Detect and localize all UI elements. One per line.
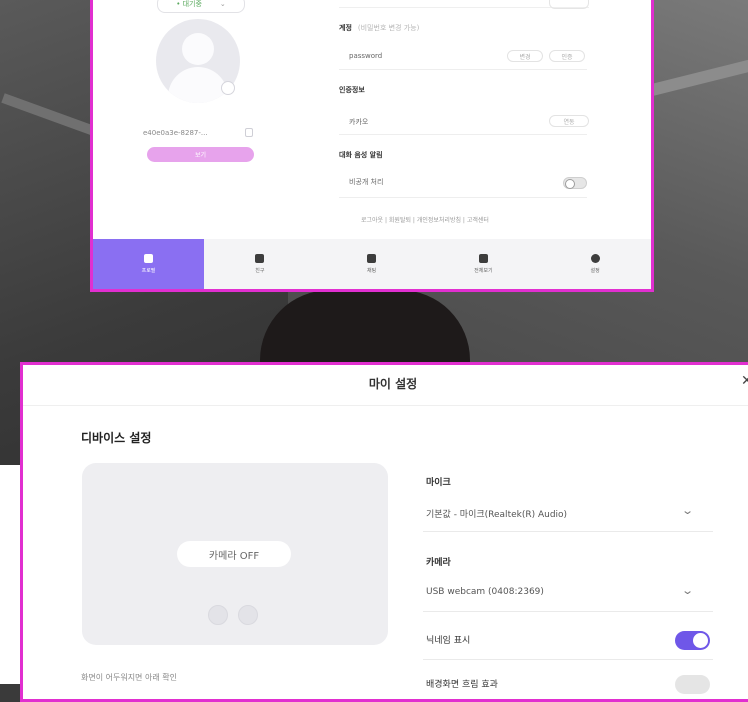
chevron-down-icon: ⌄ [219, 0, 226, 8]
consent-link-button[interactable]: 연동 [549, 115, 589, 127]
nav-label: 친구 [255, 268, 265, 274]
chat-icon [367, 254, 377, 263]
account-change-label: 변경 [519, 53, 531, 61]
camera-off-label: 카메라 OFF [208, 550, 260, 562]
mic-label: 마이크 [426, 478, 451, 488]
notify-value: 비공개 처리 [349, 178, 384, 186]
nav-item-profile[interactable]: 프로필 [93, 239, 204, 289]
nav-item-list[interactable]: 전체보기 [428, 239, 540, 289]
nav-label: 채팅 [367, 268, 377, 274]
divider [339, 134, 587, 135]
chevron-down-icon: ⌄ [681, 584, 695, 597]
friends-icon [255, 254, 265, 263]
avatar-head [182, 33, 214, 65]
blur-toggle[interactable] [675, 675, 710, 694]
user-id: e40e0a3e-8287-... [143, 129, 208, 137]
divider [423, 531, 713, 532]
preview-note: 화면이 어두워지면 아래 확인 [81, 673, 177, 682]
camera-off-badge: 카메라 OFF [177, 541, 291, 567]
nav-label: 전체보기 [474, 268, 493, 274]
mic-toggle-icon[interactable] [238, 605, 258, 625]
consent-value: 카카오 [349, 118, 369, 126]
modal-divider [23, 405, 748, 406]
camera-label: 카메라 [426, 558, 451, 568]
account-value: password [349, 52, 383, 60]
account-change-button[interactable]: 변경 [507, 50, 543, 62]
account-verify-label: 인증 [561, 53, 573, 61]
nav-item-friends[interactable]: 친구 [204, 239, 316, 289]
consent-link-label: 연동 [563, 118, 575, 126]
bottom-navbar: 프로필 친구 채팅 전체보기 설정 [93, 239, 651, 289]
notify-label: 대화 음성 알림 [339, 151, 383, 159]
nav-item-settings[interactable]: 설정 [539, 239, 651, 289]
status-label: • 대기중 [176, 0, 202, 8]
close-icon[interactable]: ✕ [741, 373, 748, 389]
camera-toggle-icon[interactable] [208, 605, 228, 625]
copy-icon[interactable] [245, 128, 253, 137]
settings-modal: 마이 설정 ✕ 디바이스 설정 카메라 OFF 화면이 어두워지면 아래 확인 … [20, 362, 748, 702]
account-verify-button[interactable]: 인증 [549, 50, 585, 62]
profile-icon [144, 254, 153, 263]
divider [339, 69, 587, 70]
nav-label: 설정 [590, 268, 600, 274]
account-sublabel: (비밀번호 변경 가능) [357, 24, 420, 32]
chevron-down-icon: ⌄ [681, 504, 695, 517]
account-label-text: 계정 [339, 24, 352, 32]
mic-value: 기본값 - 마이크(Realtek(R) Audio) [426, 510, 568, 520]
status-select[interactable]: • 대기중 ⌄ [157, 0, 245, 13]
avatar-body [168, 67, 228, 103]
consent-label: 인증정보 [339, 86, 365, 94]
profile-action-label: 보기 [194, 152, 207, 159]
show-name-label: 닉네임 표시 [426, 636, 471, 646]
gear-icon [590, 254, 600, 263]
modal-title: 마이 설정 [368, 377, 418, 391]
camera-value: USB webcam (0408:2369) [426, 587, 544, 597]
nav-item-chat[interactable]: 채팅 [316, 239, 428, 289]
profile-action-button[interactable]: 보기 [147, 147, 254, 162]
nav-label: 프로필 [141, 268, 156, 274]
notify-toggle[interactable] [563, 177, 587, 189]
camera-preview: 카메라 OFF [82, 463, 388, 645]
footer-links[interactable]: 로그아웃 | 회원탈퇴 | 개인정보처리방침 | 고객센터 [361, 215, 489, 224]
top-field-button[interactable] [549, 0, 589, 9]
divider [339, 197, 587, 198]
profile-panel: • 대기중 ⌄ e40e0a3e-8287-... 보기 계정 (비밀번호 변경 … [90, 0, 654, 292]
section-title: 디바이스 설정 [81, 431, 152, 445]
show-name-toggle[interactable] [675, 631, 710, 650]
list-icon [478, 254, 488, 263]
divider [423, 611, 713, 612]
divider [423, 659, 713, 660]
avatar-edit-icon[interactable] [221, 81, 235, 95]
account-label: 계정 (비밀번호 변경 가능) [339, 23, 419, 33]
